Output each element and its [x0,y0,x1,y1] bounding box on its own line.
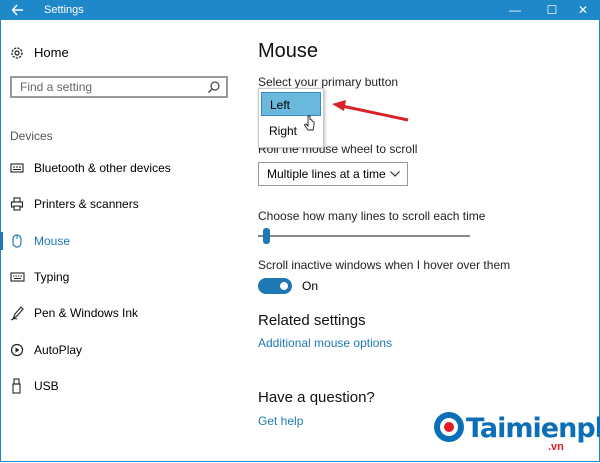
mouse-cursor-icon [303,115,316,133]
home-label: Home [34,45,69,60]
page-title: Mouse [258,40,319,62]
additional-mouse-options-link[interactable]: Additional mouse options [258,336,392,350]
primary-button-label: Select your primary button [258,75,399,89]
close-button[interactable]: ✕ [566,0,600,20]
minimize-button[interactable]: — [498,0,532,20]
scroll-wheel-value: Multiple lines at a time [267,167,386,181]
toggle-state-label: On [302,279,319,293]
search-icon[interactable] [207,80,221,94]
usb-icon [10,377,26,395]
watermark: Taimienphi .vn [430,407,600,457]
related-settings-heading: Related settings [258,312,366,329]
annotation-arrow-icon [330,96,415,126]
maximize-button[interactable]: ☐ [535,0,569,20]
sidebar-item-label: Typing [34,270,70,284]
watermark-domain: .vn [548,441,564,453]
sidebar-item-label: Printers & scanners [34,197,139,211]
sidebar-item-label: USB [34,379,59,393]
mouse-icon [10,232,26,250]
option-left[interactable]: Left [261,92,321,116]
sidebar-item-label: Pen & Windows Ink [34,306,139,320]
window-title: Settings [44,4,84,16]
bluetooth-devices-icon [10,159,26,177]
selection-indicator [0,232,3,250]
watermark-logo-icon [430,407,470,447]
search-placeholder: Find a setting [20,80,93,94]
chevron-down-icon [389,163,401,185]
lines-label: Choose how many lines to scroll each tim… [258,209,486,223]
scroll-wheel-dropdown[interactable]: Multiple lines at a time [258,162,408,186]
back-arrow-icon[interactable] [8,0,28,20]
section-devices: Devices [10,129,53,143]
watermark-brand: Taimienphi [466,413,600,444]
toggle-knob [280,282,288,290]
keyboard-icon [10,268,26,286]
gear-icon [10,44,26,62]
sidebar-item-label: Bluetooth & other devices [34,161,171,175]
sidebar-item-label: Mouse [34,234,71,248]
get-help-link[interactable]: Get help [258,414,303,428]
search-box[interactable]: Find a setting [10,76,228,98]
title-bar: Settings — ☐ ✕ [0,0,600,20]
inactive-scroll-label: Scroll inactive windows when I hover ove… [258,258,511,272]
inactive-scroll-toggle[interactable] [258,278,292,294]
sidebar-item-label: AutoPlay [34,343,83,357]
printer-icon [10,195,26,213]
pen-icon [10,304,26,322]
question-heading: Have a question? [258,389,375,406]
autoplay-icon [10,341,26,359]
lines-slider-thumb[interactable] [263,228,270,244]
lines-slider-track[interactable] [258,235,470,237]
